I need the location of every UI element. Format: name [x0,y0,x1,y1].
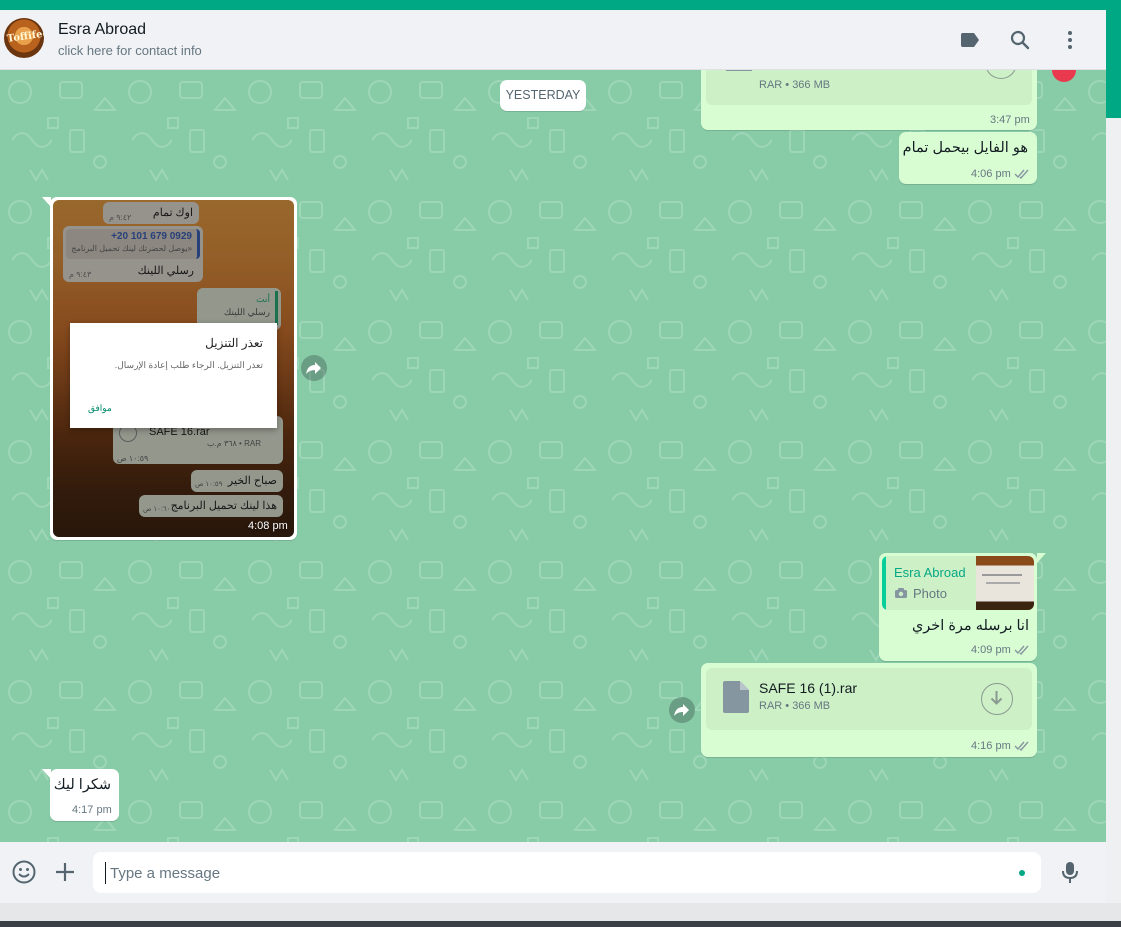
composer[interactable] [0,842,1106,903]
contact-name[interactable]: Esra Abroad [58,21,146,39]
scrollbar-gutter[interactable] [1106,118,1121,904]
emoji-icon[interactable] [11,859,37,885]
attach-plus-icon[interactable] [52,859,78,885]
message-text: شكرا ليك [53,777,111,793]
message-time: 4:09 pm [971,644,1011,656]
outgoing-message[interactable]: هو الفايل بيحمل تمام 4:06 pm [899,132,1037,184]
app-top-strip [0,0,1121,10]
file-icon [723,681,749,713]
file-meta: RAR • 366 MB [759,79,831,91]
message-time: 4:16 pm [971,740,1011,752]
dialog-title: تعذر التنزيل [205,336,263,350]
bubble-tail [1037,553,1046,563]
camera-icon [895,588,907,598]
reply-message[interactable]: Esra Abroad Photo انا برسله مرة اخري 4:0… [879,553,1037,661]
input-status-dot [1019,870,1025,876]
message-time: 4:06 pm [971,168,1011,180]
taskbar-edge [0,921,1121,927]
dialog-body: تعذر التنزيل. الرجاء طلب إعادة الإرسال. [114,360,263,370]
message-text: انا برسله مرة اخري [911,618,1029,634]
date-separator: YESTERDAY [500,80,586,111]
read-ticks-icon [1014,169,1029,179]
message-time: 3:47 pm [990,114,1030,126]
chat-panel[interactable]: YESTERDAY RAR • 366 MB 3:47 pm هو الفايل… [0,70,1106,842]
contact-info-hint[interactable]: click here for contact info [58,43,202,58]
read-ticks-icon [1014,645,1029,655]
screenshot-image[interactable]: اوك تمام ٩:٤٢ م +20 101 679 0929 «يوصل ل… [53,200,294,537]
file-message-top[interactable]: RAR • 366 MB 3:47 pm [701,70,1037,130]
file-card[interactable]: RAR • 366 MB [706,70,1032,105]
quoted-thumbnail [976,556,1034,610]
message-time: 4:17 pm [72,804,112,816]
quoted-message[interactable]: Esra Abroad Photo [882,556,1034,610]
search-icon[interactable] [1008,28,1032,52]
forward-icon [674,704,689,716]
quoted-author: Esra Abroad [894,565,966,580]
download-error-dialog: تعذر التنزيل تعذر التنزيل. الرجاء طلب إع… [70,323,277,428]
read-ticks-icon [1014,741,1029,751]
menu-icon[interactable] [1058,28,1082,52]
download-button[interactable] [985,70,1017,79]
avatar-logo-text: Toffifee [6,28,44,45]
message-input[interactable] [105,862,985,884]
forward-button[interactable] [301,355,327,381]
file-name: SAFE 16 (1).rar [759,680,858,696]
dialog-ok: موافق [88,403,112,413]
file-icon [726,70,752,71]
message-text: هو الفايل بيحمل تمام [902,140,1028,156]
avatar[interactable]: Toffifee [4,18,44,58]
label-icon[interactable] [958,28,982,52]
app-right-strip [1106,10,1121,118]
incoming-message[interactable]: شكرا ليك 4:17 pm [50,769,119,821]
download-button[interactable] [981,683,1013,715]
download-arrow-icon [990,691,1003,705]
file-message[interactable]: SAFE 16 (1).rar RAR • 366 MB 4:16 pm [701,663,1037,757]
microphone-icon[interactable] [1057,859,1083,885]
message-input-box[interactable] [93,852,1041,893]
window-bottom-gap [0,903,1121,921]
conversation-header[interactable]: Toffifee Esra Abroad click here for cont… [0,10,1106,70]
forward-button[interactable] [669,697,695,723]
quoted-type: Photo [913,586,947,601]
file-card[interactable]: SAFE 16 (1).rar RAR • 366 MB [706,668,1032,730]
forward-icon [306,362,321,374]
message-time: 4:08 pm [248,520,288,532]
file-meta: RAR • 366 MB [759,700,831,712]
